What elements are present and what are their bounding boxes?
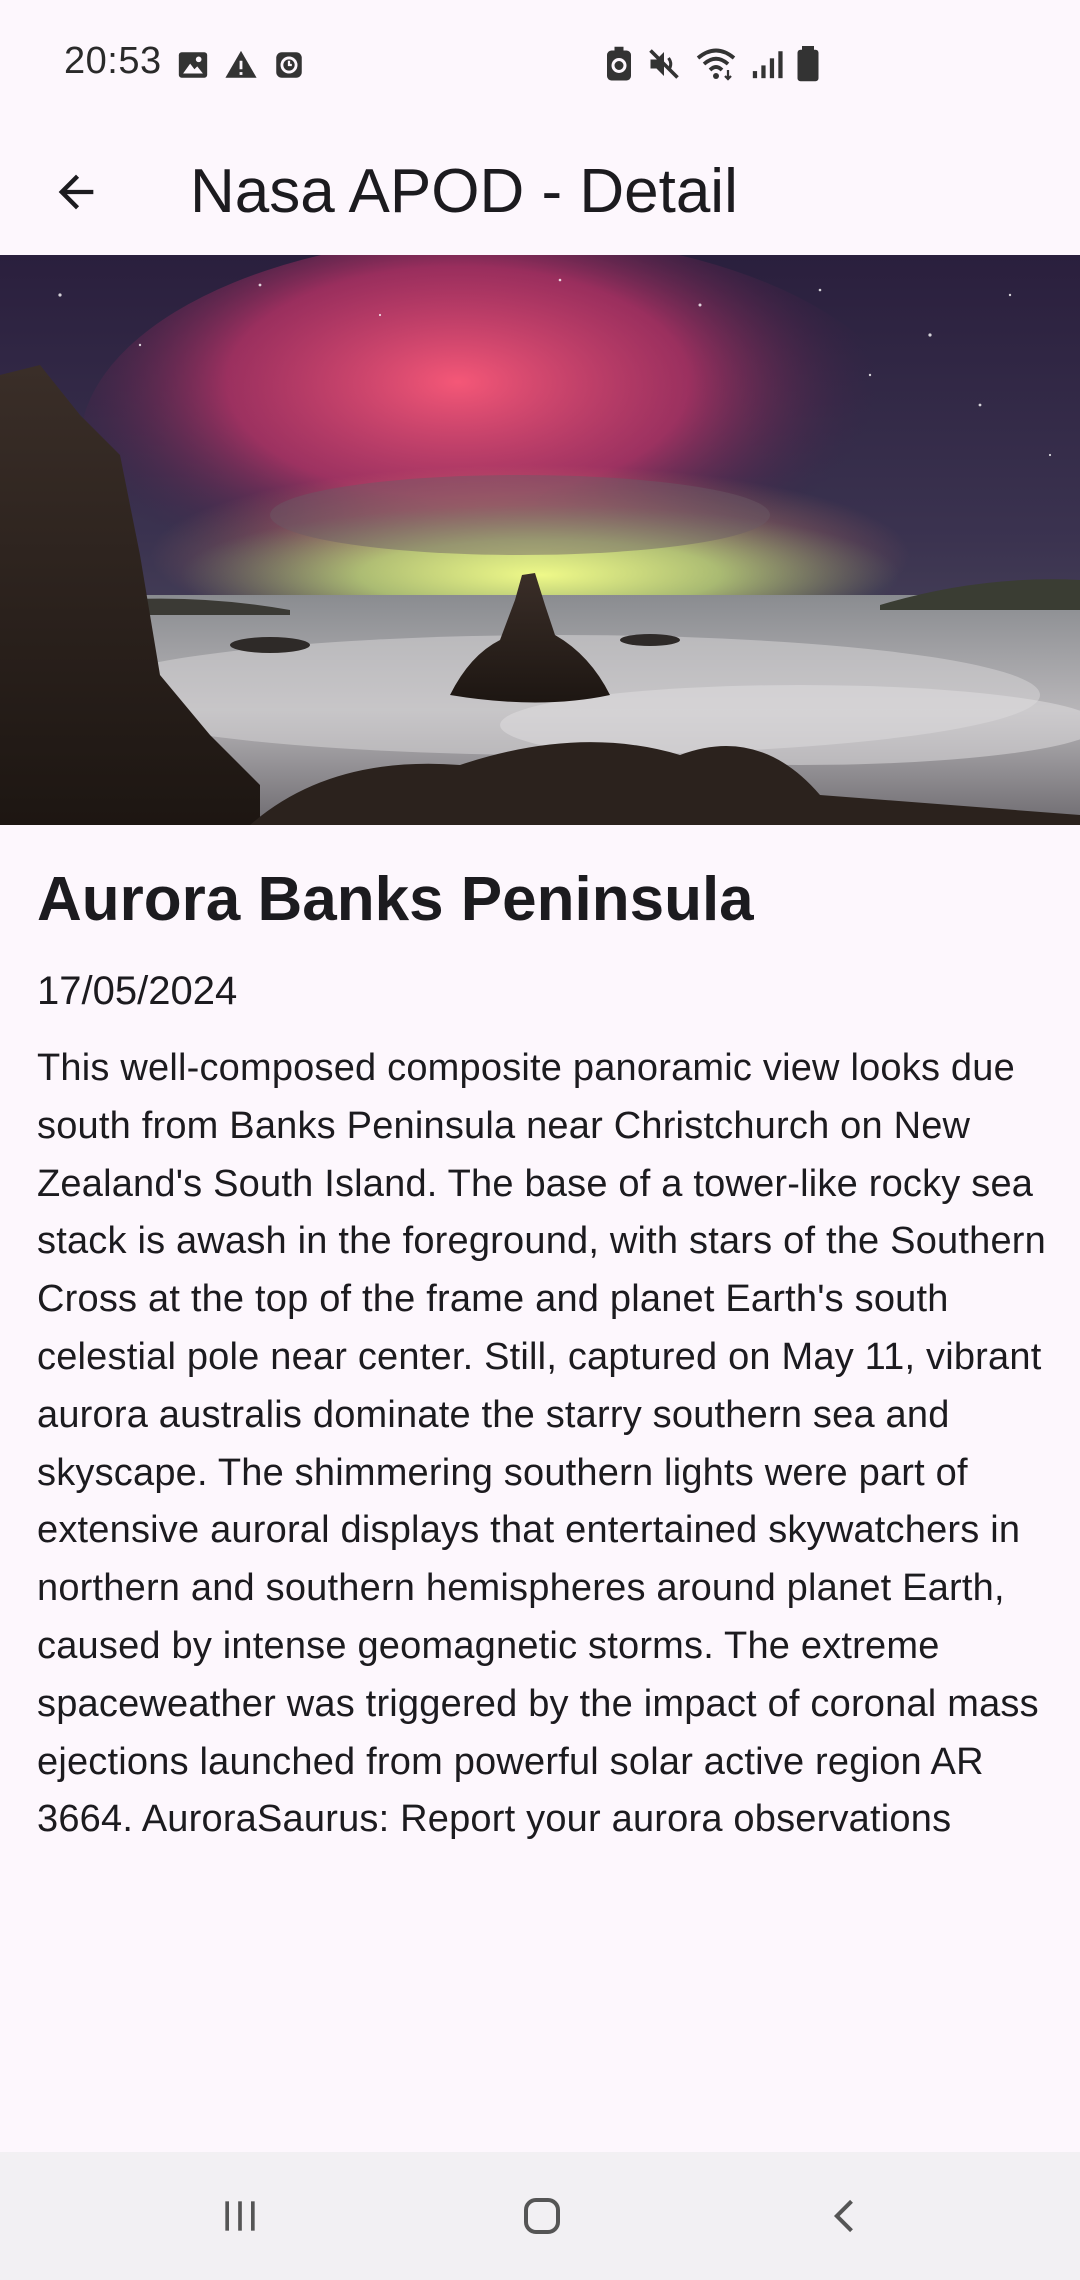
notification-icons [176, 48, 306, 82]
apod-image [0, 255, 1080, 825]
clock-app-icon [276, 52, 302, 78]
apod-description: This well-composed composite panoramic v… [37, 1047, 1046, 1841]
recent-apps-button[interactable] [180, 2174, 300, 2258]
arrow-back-icon [58, 174, 94, 210]
mute-icon [649, 49, 679, 79]
battery-saver-icon [607, 46, 631, 81]
home-button[interactable] [482, 2174, 602, 2258]
battery-icon [797, 46, 819, 82]
status-bar: 20:53 [0, 0, 1080, 130]
recent-apps-icon [225, 2201, 255, 2231]
signal-icon [752, 51, 783, 79]
warning-icon [225, 50, 257, 78]
page-title: Nasa APOD - Detail [190, 157, 738, 226]
nav-back-button[interactable] [786, 2174, 906, 2258]
apod-title: Aurora Banks Peninsula [37, 865, 754, 934]
back-button[interactable] [36, 152, 116, 232]
wifi-icon [696, 48, 736, 81]
status-time: 20:53 [64, 40, 162, 82]
app-bar: Nasa APOD - Detail [0, 130, 1080, 254]
apod-date: 17/05/2024 [37, 969, 238, 1013]
system-nav-bar [0, 2152, 1080, 2280]
apod-content: Aurora Banks Peninsula 17/05/2024 This w… [37, 860, 1047, 1849]
image-icon [178, 52, 208, 78]
home-icon [524, 2198, 560, 2234]
back-icon [833, 2199, 853, 2233]
system-icons [604, 46, 820, 82]
